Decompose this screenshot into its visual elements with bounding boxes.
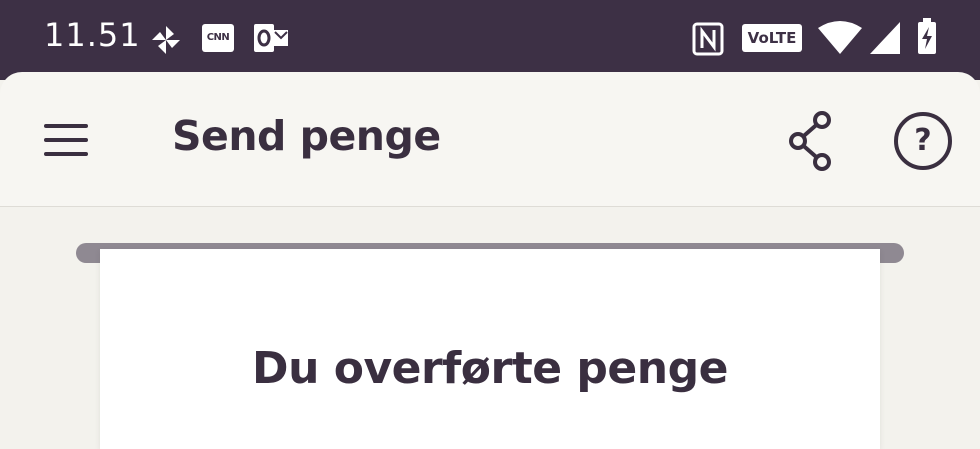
hamburger-menu-icon[interactable] — [40, 122, 92, 162]
volte-icon: VoLTE — [742, 24, 802, 52]
share-icon[interactable] — [784, 108, 836, 174]
help-question-mark: ? — [914, 123, 932, 158]
receipt-heading: Du overførte penge — [252, 343, 728, 394]
status-time: 11.51 — [44, 16, 141, 54]
cnn-icon: CNN — [202, 24, 234, 52]
outlook-icon — [254, 24, 288, 52]
page-title: Send penge — [172, 112, 441, 160]
status-bar: 11.51 CNN VoLTE — [0, 0, 980, 80]
receipt-card: Du overførte penge — [100, 249, 880, 449]
volte-label: VoLTE — [747, 29, 797, 47]
pinwheel-icon — [152, 26, 180, 54]
cnn-label: CNN — [206, 32, 230, 43]
app-bar: Send penge ? — [0, 72, 980, 207]
signal-icon — [870, 22, 900, 54]
help-icon[interactable]: ? — [892, 110, 954, 172]
wifi-icon — [818, 21, 862, 54]
nfc-icon — [692, 22, 724, 56]
battery-charging-icon — [918, 18, 936, 54]
